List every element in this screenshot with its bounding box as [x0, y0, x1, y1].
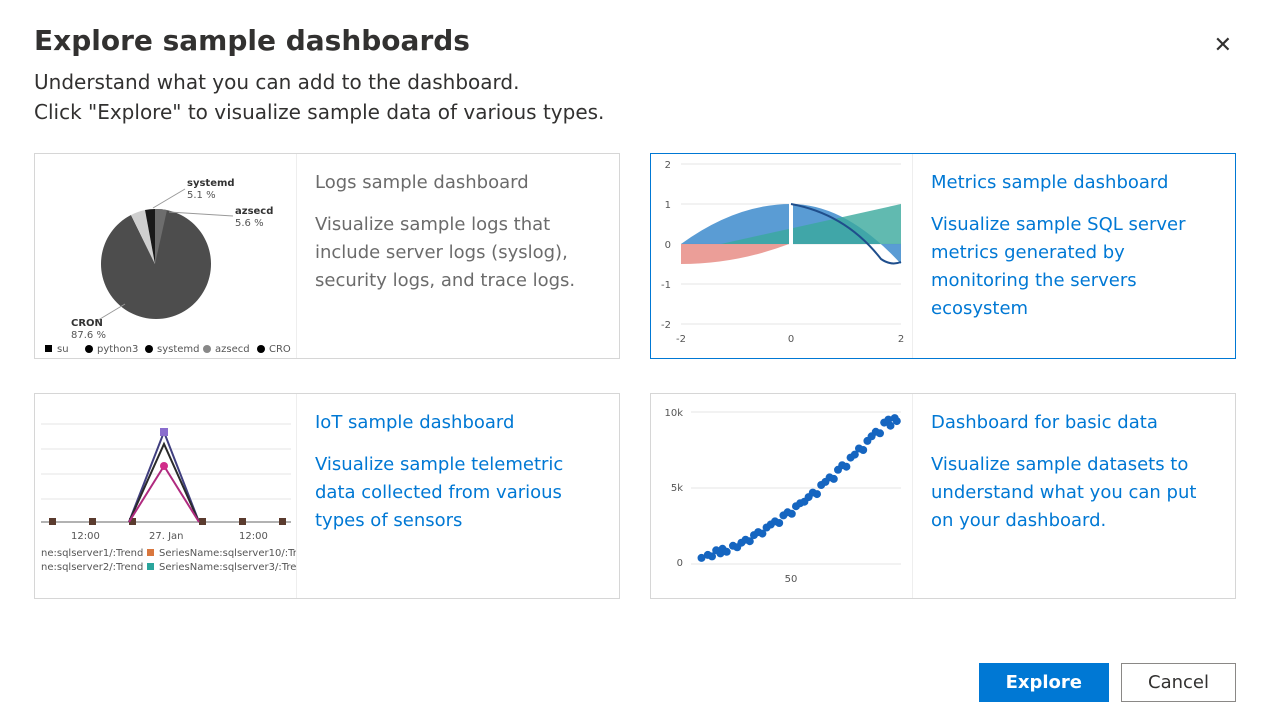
svg-text:-2: -2 — [676, 334, 686, 345]
svg-text:ne:sqlserver2/:Trend: ne:sqlserver2/:Trend — [41, 562, 143, 573]
card-basic[interactable]: 10k 5k 0 50 Dashboard for basic data Vis… — [650, 393, 1236, 599]
svg-text:CRON: CRON — [71, 318, 103, 329]
svg-text:0: 0 — [677, 558, 683, 569]
svg-text:-2: -2 — [661, 320, 671, 331]
svg-text:azsecd: azsecd — [215, 344, 250, 355]
svg-text:SeriesName:sqlserver3/:Trend: SeriesName:sqlserver3/:Trend — [159, 562, 297, 573]
card-logs-desc: Visualize sample logs that include serve… — [315, 211, 597, 295]
footer-buttons: Explore Cancel — [979, 663, 1236, 702]
svg-text:12:00: 12:00 — [239, 531, 268, 542]
card-metrics[interactable]: 2 1 0 -1 -2 -2 0 — [650, 153, 1236, 359]
close-icon[interactable]: ✕ — [1210, 30, 1236, 60]
svg-text:0: 0 — [665, 240, 671, 251]
svg-text:su: su — [57, 344, 69, 355]
svg-text:2: 2 — [665, 160, 671, 171]
svg-text:0: 0 — [788, 334, 794, 345]
line-chart-icon: 12:00 27. Jan 12:00 ne:sqlserver1/:Trend… — [35, 394, 297, 598]
svg-text:CRO: CRO — [269, 344, 291, 355]
svg-text:87.6 %: 87.6 % — [71, 330, 106, 341]
card-iot-desc: Visualize sample telemetric data collect… — [315, 451, 597, 535]
svg-text:SeriesName:sqlserver10/:Trend: SeriesName:sqlserver10/:Trend — [159, 548, 297, 559]
svg-text:12:00: 12:00 — [71, 531, 100, 542]
svg-text:1: 1 — [665, 200, 671, 211]
svg-text:5.1 %: 5.1 % — [187, 190, 216, 201]
svg-text:2: 2 — [898, 334, 904, 345]
card-iot-title: IoT sample dashboard — [315, 412, 597, 433]
thumb-logs: systemd 5.1 % azsecd 5.6 % CRON 87.6 % s… — [35, 154, 297, 358]
pie-chart-icon: systemd 5.1 % azsecd 5.6 % CRON 87.6 % s… — [35, 154, 297, 358]
page-title: Explore sample dashboards — [34, 24, 470, 57]
svg-text:-1: -1 — [661, 280, 671, 291]
thumb-iot: 12:00 27. Jan 12:00 ne:sqlserver1/:Trend… — [35, 394, 297, 598]
card-metrics-desc: Visualize sample SQL server metrics gene… — [931, 211, 1213, 323]
cancel-button[interactable]: Cancel — [1121, 663, 1236, 702]
svg-text:5.6 %: 5.6 % — [235, 218, 264, 229]
page-subtitle: Understand what you can add to the dashb… — [34, 67, 1236, 127]
svg-text:50: 50 — [785, 574, 798, 585]
svg-text:5k: 5k — [671, 483, 683, 494]
card-basic-desc: Visualize sample datasets to understand … — [931, 451, 1213, 535]
area-chart-icon: 2 1 0 -1 -2 -2 0 — [651, 154, 913, 358]
card-logs[interactable]: systemd 5.1 % azsecd 5.6 % CRON 87.6 % s… — [34, 153, 620, 359]
svg-text:ne:sqlserver1/:Trend: ne:sqlserver1/:Trend — [41, 548, 143, 559]
svg-text:systemd: systemd — [157, 344, 200, 355]
svg-text:python3: python3 — [97, 344, 138, 355]
svg-text:27. Jan: 27. Jan — [149, 531, 184, 542]
thumb-basic: 10k 5k 0 50 — [651, 394, 913, 598]
scatter-chart-icon: 10k 5k 0 50 — [651, 394, 913, 598]
thumb-metrics: 2 1 0 -1 -2 -2 0 — [651, 154, 913, 358]
explore-button[interactable]: Explore — [979, 663, 1109, 702]
svg-text:azsecd: azsecd — [235, 206, 273, 217]
svg-text:10k: 10k — [664, 408, 683, 419]
card-metrics-title: Metrics sample dashboard — [931, 172, 1213, 193]
svg-text:systemd: systemd — [187, 178, 235, 189]
card-basic-title: Dashboard for basic data — [931, 412, 1213, 433]
sample-grid: systemd 5.1 % azsecd 5.6 % CRON 87.6 % s… — [34, 153, 1236, 599]
card-iot[interactable]: 12:00 27. Jan 12:00 ne:sqlserver1/:Trend… — [34, 393, 620, 599]
card-logs-title: Logs sample dashboard — [315, 172, 597, 193]
